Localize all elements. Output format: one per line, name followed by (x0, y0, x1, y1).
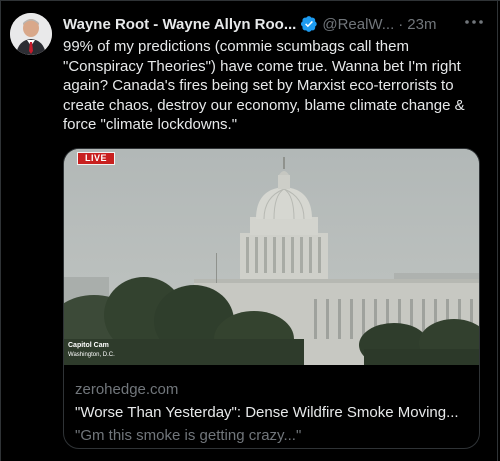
frame-top-border (0, 0, 500, 1)
link-preview-card[interactable]: LIVE Capitol Cam Washington, D.C. zerohe… (63, 148, 480, 449)
more-options-icon[interactable] (462, 10, 486, 34)
tweet-text: 99% of my predictions (commie scumbags c… (63, 38, 465, 133)
author-avatar[interactable] (10, 13, 52, 55)
tweet-header: Wayne Root - Wayne Allyn Roo... @RealW..… (63, 14, 488, 34)
frame-right-border (497, 0, 498, 461)
separator-dot: · (398, 15, 404, 33)
avatar-image (10, 13, 52, 55)
tweet-timestamp[interactable]: 23m (407, 16, 436, 33)
card-description: "Gm this smoke is getting crazy..." (75, 427, 302, 444)
card-image[interactable]: LIVE Capitol Cam Washington, D.C. (64, 149, 479, 365)
card-domain: zerohedge.com (75, 381, 179, 398)
camera-location: Washington, D.C. (68, 352, 115, 358)
camera-label: Capitol Cam (68, 342, 109, 349)
card-title[interactable]: "Worse Than Yesterday": Dense Wildfire S… (75, 404, 475, 421)
author-name[interactable]: Wayne Root - Wayne Allyn Roo... (63, 16, 296, 33)
capitol-building-image (64, 149, 479, 365)
frame-left-border (0, 0, 1, 461)
live-badge: LIVE (77, 152, 115, 165)
author-handle[interactable]: @RealW... (322, 16, 394, 33)
verified-badge-icon[interactable] (300, 15, 318, 33)
